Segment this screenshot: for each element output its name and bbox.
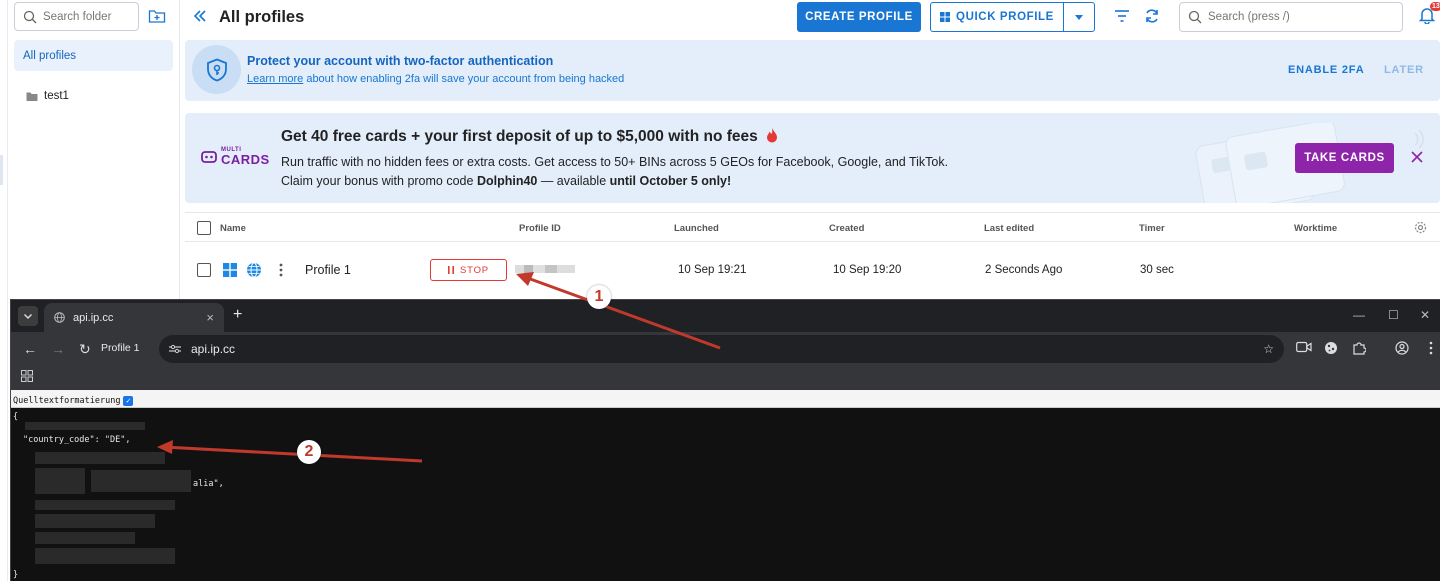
annotation-label-1: 1 [587, 285, 611, 309]
annotation-label-2: 2 [297, 440, 321, 464]
arrow-2-line [163, 445, 423, 463]
annotation-arrows [157, 272, 721, 463]
arrow-2-head [157, 440, 173, 454]
arrow-1-line [521, 274, 721, 350]
